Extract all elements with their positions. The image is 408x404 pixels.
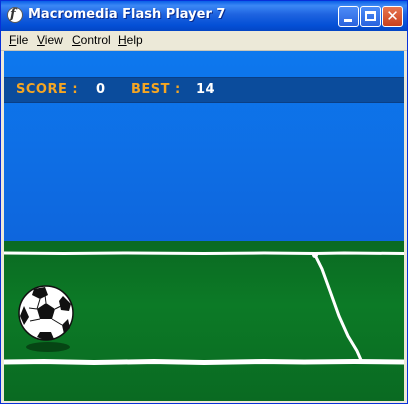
field-lines	[4, 251, 404, 366]
window-title: Macromedia Flash Player 7	[28, 7, 226, 22]
ball-shadow	[26, 342, 70, 352]
goal-box-line	[313, 253, 363, 362]
close-icon: ✕	[386, 7, 399, 25]
minimize-button[interactable]	[338, 6, 359, 27]
menu-control[interactable]: Control	[72, 33, 111, 47]
minimize-icon	[344, 19, 352, 22]
menu-file[interactable]: File	[9, 33, 28, 47]
menu-view[interactable]: View	[37, 33, 63, 47]
menu-bar: File View Control Help	[1, 31, 407, 51]
flash-stage[interactable]: SCORE : 0 BEST : 14	[4, 51, 404, 401]
soccer-ball-icon[interactable]	[18, 285, 74, 341]
menu-help[interactable]: Help	[118, 33, 143, 47]
far-touchline	[4, 251, 404, 256]
title-bar[interactable]: f Macromedia Flash Player 7 ✕	[1, 1, 407, 31]
maximize-button[interactable]	[360, 6, 381, 27]
goal-corner-dot	[312, 252, 318, 258]
maximize-icon	[365, 11, 376, 21]
app-icon-glyph: f	[10, 7, 16, 22]
app-window: f Macromedia Flash Player 7 ✕ File View …	[0, 0, 408, 404]
flash-player-icon[interactable]: f	[7, 7, 23, 23]
near-touchline	[4, 358, 404, 366]
close-button[interactable]: ✕	[382, 6, 403, 27]
